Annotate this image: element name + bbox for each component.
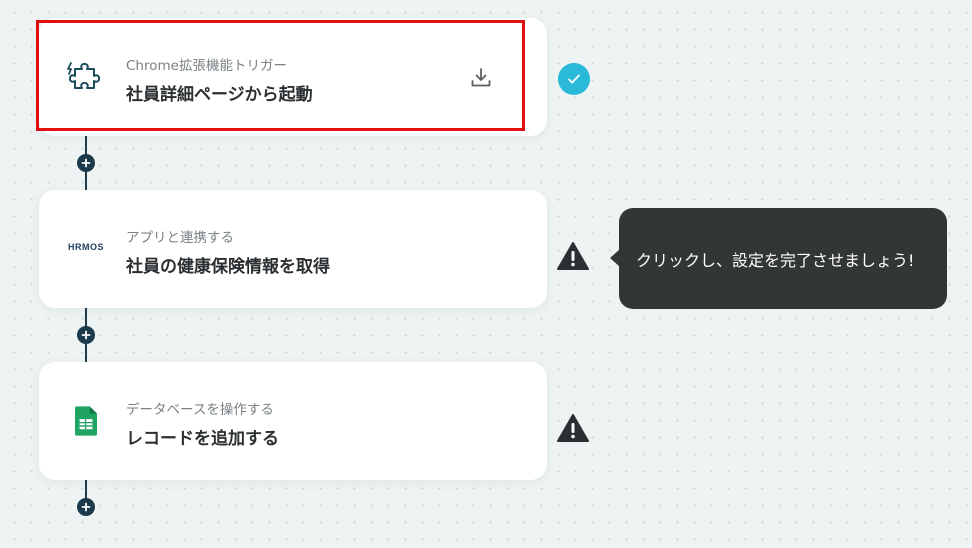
hrmos-logo: HRMOS <box>65 228 107 270</box>
step-category: アプリと連携する <box>126 230 234 246</box>
step-title: 社員の健康保険情報を取得 <box>126 257 330 277</box>
step-card-app[interactable]: HRMOS アプリと連携する 社員の健康保険情報を取得 <box>39 190 547 308</box>
puzzle-icon <box>65 56 107 98</box>
google-sheets-icon <box>65 400 107 442</box>
step-title: 社員詳細ページから起動 <box>126 85 313 105</box>
add-step-button[interactable] <box>77 498 95 516</box>
setup-tooltip: クリックし、設定を完了させましょう! <box>610 208 947 309</box>
plus-icon <box>81 158 91 168</box>
add-step-button[interactable] <box>77 154 95 172</box>
tooltip-text: クリックし、設定を完了させましょう! <box>636 250 915 270</box>
step-card-database[interactable]: データベースを操作する レコードを追加する <box>39 362 547 480</box>
tooltip-arrow <box>610 249 620 267</box>
step-title: レコードを追加する <box>126 429 279 449</box>
step-category: Chrome拡張機能トリガー <box>126 58 287 74</box>
download-icon[interactable] <box>469 66 493 90</box>
hrmos-logo-text: HRMOS <box>68 241 104 252</box>
warning-icon <box>557 414 589 442</box>
check-icon <box>558 63 590 95</box>
plus-icon <box>81 330 91 340</box>
plus-icon <box>81 502 91 512</box>
step-category: データベースを操作する <box>126 402 274 418</box>
step-card-trigger[interactable]: Chrome拡張機能トリガー 社員詳細ページから起動 <box>39 18 547 136</box>
warning-icon <box>557 242 589 270</box>
add-step-button[interactable] <box>77 326 95 344</box>
